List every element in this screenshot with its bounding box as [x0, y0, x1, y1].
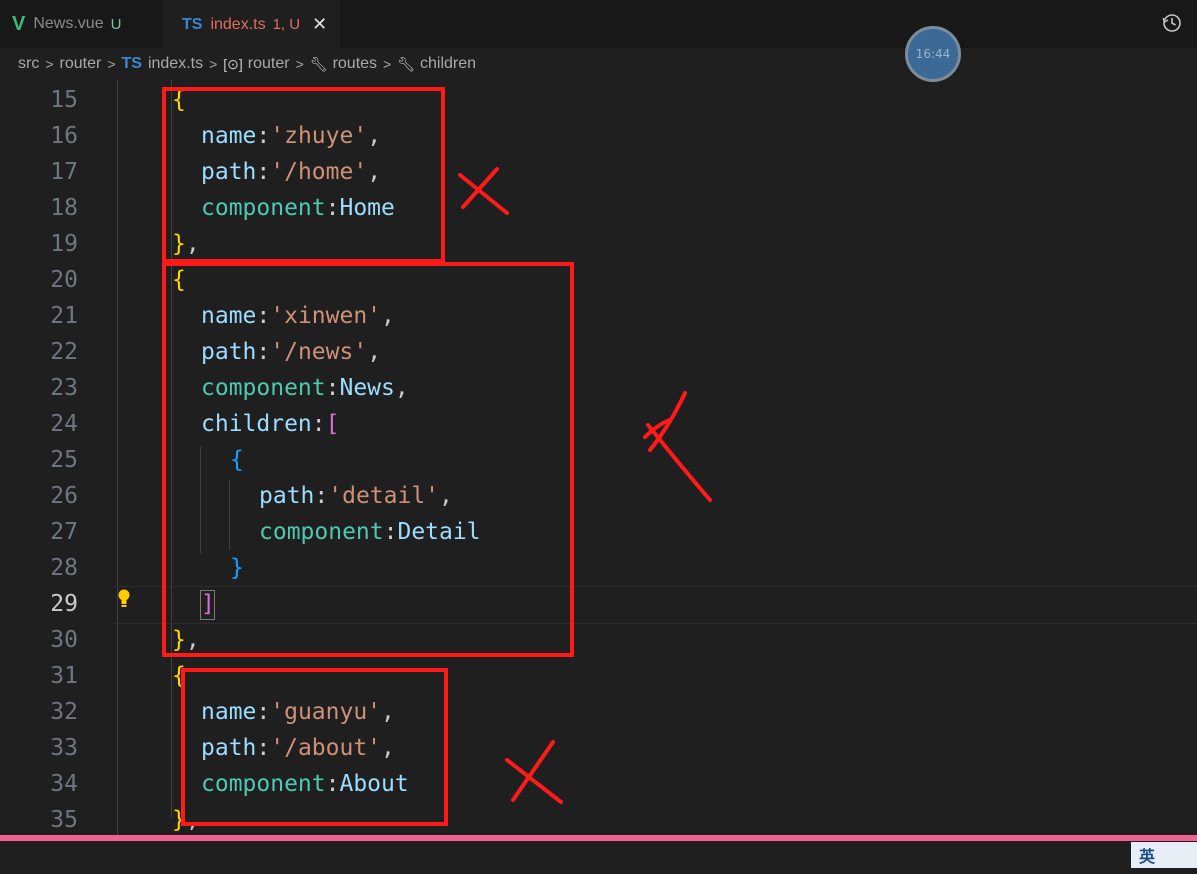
tab-index-ts[interactable]: TS index.ts 1, U ✕	[162, 0, 340, 48]
cross-mark-icon	[505, 740, 563, 804]
tab-status: 1, U	[272, 16, 301, 33]
code-line: component:About	[201, 771, 409, 797]
tab-bar: V News.vue U TS index.ts 1, U ✕	[0, 0, 1197, 48]
lightbulb-icon[interactable]	[116, 588, 132, 610]
breadcrumb-item[interactable]: children	[420, 55, 476, 73]
tab-label: News.vue	[33, 15, 104, 32]
breadcrumb-item[interactable]: routes	[333, 55, 377, 73]
breadcrumb-item[interactable]: index.ts	[148, 55, 203, 73]
chevron-right-icon: >	[209, 56, 218, 72]
annotation-box	[181, 668, 448, 826]
annotation-box	[162, 262, 574, 657]
breadcrumb-item[interactable]: src	[18, 55, 39, 73]
cross-mark-icon	[643, 391, 712, 502]
history-icon[interactable]	[1161, 12, 1183, 34]
clock-overlay: 16:44	[905, 26, 961, 82]
vue-icon: V	[12, 12, 26, 35]
wrench-icon: 🔧︎	[309, 55, 328, 72]
annotation-box	[162, 87, 445, 263]
cross-mark-icon	[458, 167, 509, 215]
close-icon[interactable]: ✕	[312, 14, 327, 35]
variable-icon: [⊙]	[223, 55, 243, 72]
code-line: name:'guanyu',	[201, 699, 395, 725]
tab-news-vue[interactable]: V News.vue U	[0, 0, 160, 48]
code-line: {	[172, 663, 186, 689]
tab-label: index.ts	[210, 15, 266, 33]
tab-status: U	[110, 15, 122, 33]
code-line: },	[172, 807, 200, 833]
ime-indicator[interactable]: 英	[1131, 842, 1197, 868]
chevron-right-icon: >	[295, 56, 304, 72]
ts-icon: TS	[182, 15, 203, 33]
status-strip	[0, 841, 1197, 868]
chevron-right-icon: >	[45, 56, 54, 72]
ime-label: 英	[1139, 847, 1156, 866]
breadcrumb: src > router > TS index.ts > [⊙] router …	[0, 48, 1197, 80]
breadcrumb-item[interactable]: router	[60, 55, 102, 73]
chevron-right-icon: >	[107, 56, 116, 72]
wrench-icon: 🔧︎	[397, 55, 415, 72]
ts-icon: TS	[121, 55, 142, 72]
chevron-right-icon: >	[383, 56, 392, 72]
breadcrumb-item[interactable]: router	[248, 55, 290, 73]
code-line: path:'/about',	[201, 735, 395, 761]
